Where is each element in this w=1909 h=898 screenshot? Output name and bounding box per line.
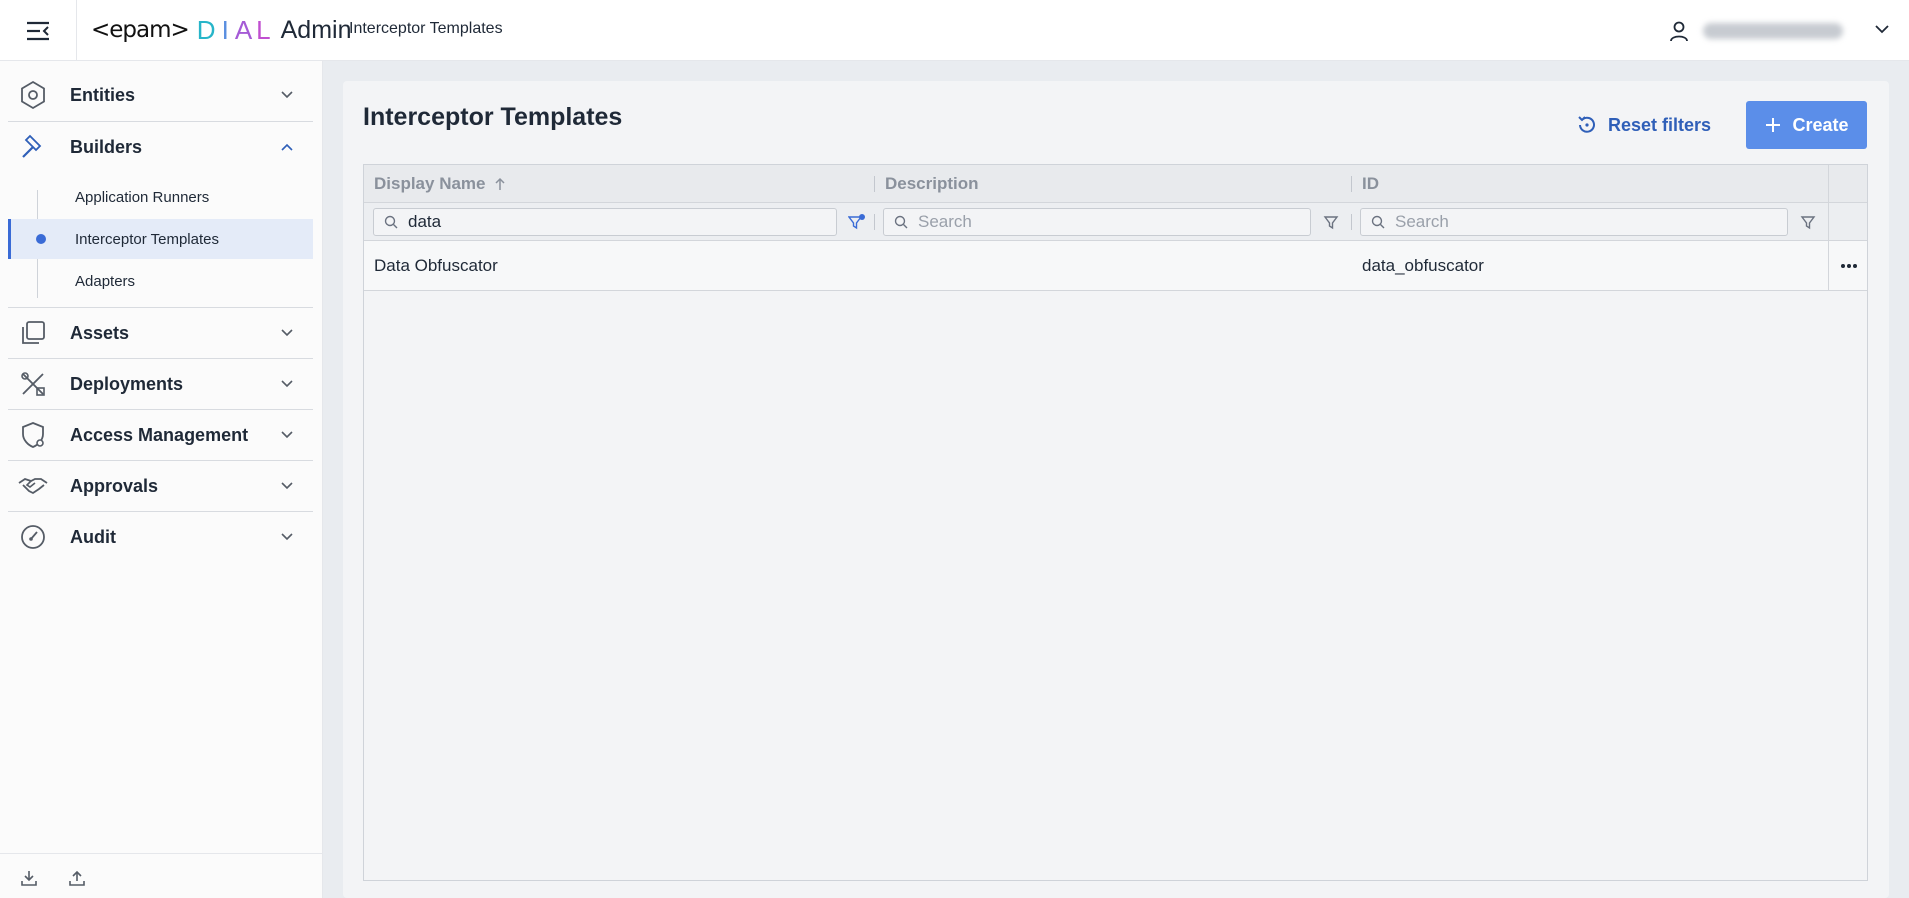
table-row[interactable]: Data Obfuscator data_obfuscator	[364, 241, 1867, 291]
column-header-label: Display Name	[374, 174, 486, 193]
sidebar-group-access-management[interactable]: Access Management	[8, 410, 313, 460]
column-header-label: ID	[1362, 174, 1379, 193]
logo-epam: <epam>	[91, 17, 190, 43]
user-menu[interactable]	[1659, 0, 1909, 61]
sidebar-item-application-runners[interactable]: Application Runners	[8, 177, 313, 217]
sidebar-group-label: Assets	[70, 322, 130, 343]
logo-admin: Admin	[280, 15, 352, 44]
sidebar-group-audit[interactable]: Audit	[8, 512, 313, 562]
reset-icon	[1578, 116, 1595, 133]
content-card: Interceptor Templates Reset filters Crea…	[343, 81, 1889, 898]
gauge-icon	[21, 525, 45, 549]
filter-icon[interactable]	[1323, 214, 1339, 230]
chevron-down-icon	[281, 91, 293, 99]
grid-header: Display Name Description ID	[364, 165, 1867, 203]
handshake-icon	[18, 478, 48, 495]
page-title: Interceptor Templates	[363, 103, 623, 131]
sidebar-group-assets[interactable]: Assets	[8, 308, 313, 358]
chevron-down-icon	[1875, 25, 1889, 34]
description-filter[interactable]	[883, 208, 1311, 236]
menu-collapse-icon	[27, 21, 49, 40]
sidebar-group-deployments[interactable]: Deployments	[8, 359, 313, 409]
reset-filters-button[interactable]: Reset filters	[1576, 101, 1711, 149]
sidebar-group-label: Entities	[70, 84, 136, 105]
sidebar: Entities Builders Application Runners In…	[0, 61, 323, 898]
display-name-filter[interactable]	[373, 208, 837, 236]
filter-icon[interactable]	[1800, 214, 1816, 230]
download-icon[interactable]	[19, 868, 39, 888]
chevron-down-icon	[281, 431, 293, 439]
column-divider	[874, 214, 875, 230]
upload-icon[interactable]	[67, 868, 87, 888]
column-header-display-name[interactable]: Display Name	[364, 165, 874, 203]
id-filter[interactable]	[1360, 208, 1788, 236]
actions-column-divider	[1828, 165, 1829, 291]
reset-filters-label: Reset filters	[1608, 114, 1712, 135]
column-header-label: Description	[885, 174, 979, 193]
hammer-icon	[22, 134, 42, 158]
sidebar-item-adapters[interactable]: Adapters	[8, 261, 313, 301]
sidebar-group-label: Builders	[70, 136, 143, 157]
display-name-filter-input[interactable]	[408, 212, 788, 232]
column-header-id[interactable]: ID	[1352, 165, 1828, 203]
plus-icon	[1766, 118, 1781, 132]
main-area: Interceptor Templates Reset filters Crea…	[323, 61, 1909, 898]
chevron-up-icon	[281, 143, 293, 151]
sidebar-group-label: Deployments	[70, 373, 184, 394]
logo-i: I	[221, 14, 229, 45]
sidebar-group-label: Approvals	[70, 475, 159, 496]
sort-ascending-icon	[494, 177, 505, 190]
column-header-description[interactable]: Description	[875, 165, 1351, 203]
sidebar-footer	[0, 853, 323, 898]
sidebar-group-builders[interactable]: Builders	[8, 122, 313, 172]
id-filter-input[interactable]	[1395, 212, 1775, 232]
search-icon	[1371, 215, 1385, 229]
top-header: <epam> D I A L Admin Interceptor Templat…	[0, 0, 1909, 61]
logo-d: D	[196, 14, 216, 45]
search-icon	[384, 215, 398, 229]
cell-display-name: Data Obfuscator	[374, 256, 498, 275]
chevron-down-icon	[281, 380, 293, 388]
sidebar-item-label: Interceptor Templates	[75, 230, 219, 248]
chevron-down-icon	[281, 329, 293, 337]
cell-description	[875, 241, 1351, 291]
active-dot	[36, 234, 46, 244]
data-grid: Display Name Description ID data Search …	[363, 164, 1868, 881]
cell-id: data_obfuscator	[1362, 256, 1484, 275]
header-breadcrumb: Interceptor Templates	[349, 20, 503, 37]
logo-l: L	[256, 14, 271, 45]
tools-icon	[21, 372, 45, 396]
more-horizontal-icon	[1840, 264, 1857, 268]
app-logo[interactable]: <epam> D I A L Admin	[91, 12, 352, 48]
grid-filter-row	[364, 203, 1867, 241]
menu-toggle-button[interactable]	[0, 0, 77, 61]
chevron-down-icon	[281, 482, 293, 490]
chevron-down-icon	[281, 533, 293, 541]
search-icon	[894, 215, 908, 229]
hexagon-icon	[21, 80, 45, 110]
sidebar-group-label: Audit	[70, 526, 116, 547]
column-divider	[1351, 214, 1352, 230]
description-filter-input[interactable]	[918, 212, 1298, 232]
filter-active-icon[interactable]	[848, 214, 866, 230]
sidebar-group-label: Access Management	[70, 424, 249, 445]
row-actions-button[interactable]	[1830, 241, 1867, 291]
user-icon	[1670, 21, 1688, 41]
create-button[interactable]: Create	[1746, 101, 1867, 149]
user-name-blurred	[1703, 22, 1843, 39]
sidebar-group-approvals[interactable]: Approvals	[8, 461, 313, 511]
assets-icon	[22, 321, 45, 344]
create-label: Create	[1792, 114, 1849, 135]
logo-a: A	[234, 14, 253, 45]
shield-gear-icon	[22, 422, 44, 448]
sidebar-item-interceptor-templates[interactable]: Interceptor Templates	[8, 219, 313, 259]
sidebar-group-entities[interactable]: Entities	[8, 70, 313, 120]
